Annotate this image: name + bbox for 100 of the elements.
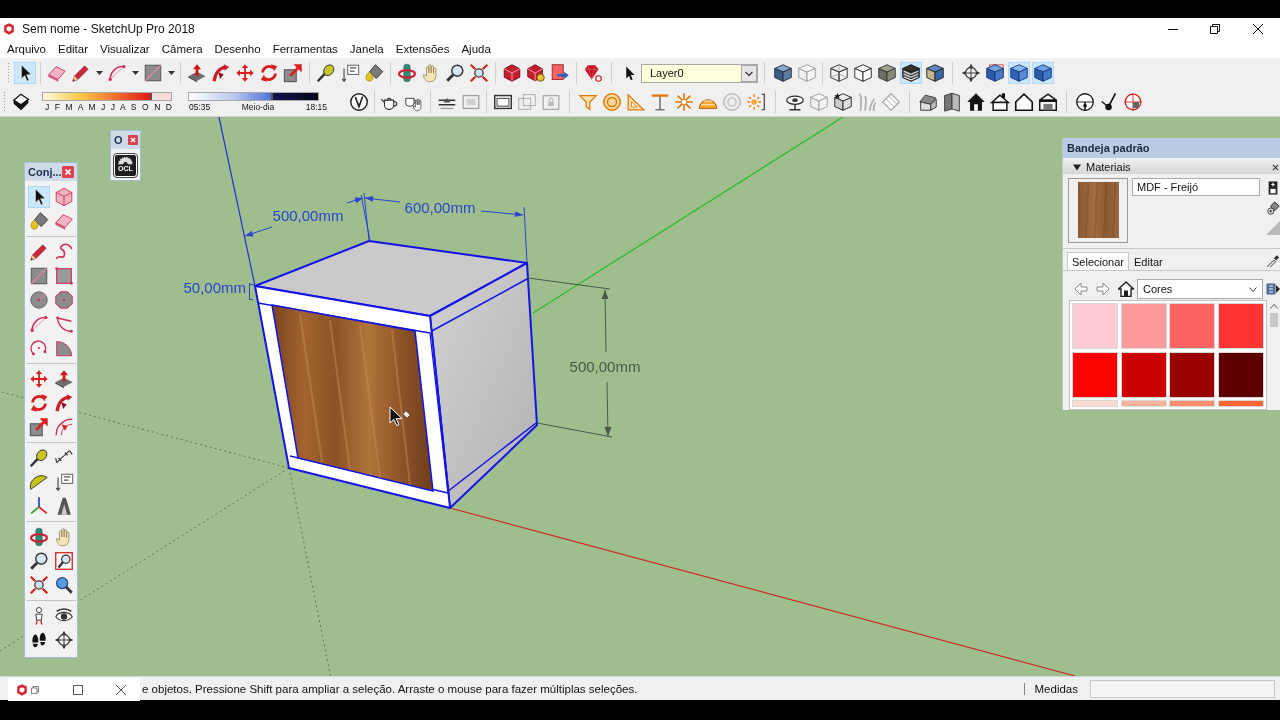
close-icon[interactable] — [1272, 163, 1279, 171]
menu-item[interactable]: Câmera — [161, 43, 203, 55]
check-circle-icon[interactable] — [348, 91, 370, 113]
pencil-icon[interactable] — [27, 241, 50, 263]
orbit-icon[interactable] — [27, 526, 50, 548]
zoom-icon[interactable] — [444, 62, 466, 84]
collapse-triangle-icon[interactable] — [1073, 163, 1081, 171]
swatch-icon[interactable] — [1072, 351, 1118, 398]
house-icon[interactable] — [965, 91, 987, 113]
zoom-extents-icon[interactable] — [468, 62, 490, 84]
layer-dropdown[interactable]: Layer0 — [641, 63, 758, 83]
zoom-extents-icon[interactable] — [27, 574, 50, 596]
zoom-icon[interactable] — [27, 550, 50, 572]
house-chimney-icon[interactable] — [989, 91, 1011, 113]
minimized-window-bar[interactable] — [8, 678, 140, 701]
arc-icon[interactable] — [27, 313, 50, 335]
swatch-icon[interactable] — [1120, 400, 1167, 407]
wood-door-panel[interactable] — [271, 304, 434, 492]
sun-bracket-icon[interactable] — [745, 91, 767, 113]
zoom-window-icon[interactable] — [52, 550, 75, 572]
swatch-icon[interactable] — [1169, 303, 1215, 349]
push-pull-icon[interactable] — [52, 368, 75, 390]
scrollbar-thumb[interactable] — [1270, 313, 1278, 327]
menu-item[interactable]: Ferramentas — [272, 43, 338, 55]
measurements-field[interactable] — [1090, 679, 1275, 698]
menu-item[interactable]: Desenho — [214, 43, 261, 55]
date-slider[interactable] — [42, 92, 172, 101]
crosshair-target-icon[interactable] — [1122, 91, 1144, 113]
close-icon[interactable] — [116, 684, 126, 695]
follow-me-icon[interactable] — [210, 62, 232, 84]
tape-measure-icon[interactable] — [27, 447, 50, 469]
ruby-gem-icon[interactable] — [582, 62, 604, 84]
text-label-icon[interactable] — [339, 62, 361, 84]
caret-icon[interactable] — [167, 71, 175, 75]
menu-item[interactable]: Arquivo — [7, 43, 46, 55]
swatch-icon[interactable] — [1217, 400, 1264, 407]
menu-item[interactable]: Editar — [58, 43, 89, 55]
dimension-line[interactable] — [363, 192, 528, 263]
menu-item[interactable]: Janela — [349, 43, 384, 55]
tab[interactable]: Selecionar — [1067, 252, 1129, 270]
solid-cube-icon[interactable] — [876, 62, 898, 84]
swatch-icon[interactable] — [1072, 303, 1118, 349]
dimension-line[interactable] — [244, 194, 371, 241]
maximize-icon[interactable] — [73, 684, 83, 695]
plus-box-icon[interactable] — [1266, 181, 1280, 195]
restore-icon[interactable] — [1210, 24, 1220, 34]
library-dropdown[interactable]: Cores — [1137, 279, 1263, 299]
polygon-icon[interactable] — [52, 289, 75, 311]
two-tone-cube-icon[interactable] — [924, 62, 946, 84]
tape-measure-icon[interactable] — [315, 62, 337, 84]
ring-icon[interactable] — [601, 91, 623, 113]
scale-icon[interactable] — [282, 62, 304, 84]
bucket-plus-icon[interactable] — [1266, 201, 1280, 215]
swatch-icon[interactable] — [1120, 351, 1167, 398]
caret-icon[interactable] — [1249, 286, 1257, 292]
swatch-icon[interactable] — [1120, 303, 1167, 349]
swatch-icon[interactable] — [1217, 351, 1264, 398]
orbit-icon[interactable] — [396, 62, 418, 84]
framed-cube-icon[interactable] — [984, 62, 1006, 84]
caret-icon[interactable] — [131, 71, 139, 75]
swatch-icon[interactable] — [1169, 400, 1215, 407]
striped-cube-icon[interactable] — [900, 62, 922, 84]
scale-icon[interactable] — [27, 416, 50, 438]
stool-icon[interactable] — [649, 91, 671, 113]
crosshair-circle-icon[interactable] — [52, 629, 75, 651]
caret-icon[interactable] — [95, 71, 103, 75]
shaded-cube-icon[interactable] — [772, 62, 794, 84]
details-arrow-icon[interactable] — [1266, 282, 1280, 296]
shadow-box-icon[interactable] — [10, 91, 32, 113]
swatch-icon[interactable] — [1217, 303, 1264, 349]
tab[interactable]: Editar — [1129, 252, 1168, 270]
paint-bucket-icon[interactable] — [27, 210, 50, 232]
paint-bucket-icon[interactable] — [363, 62, 385, 84]
wireframe-cube-icon[interactable] — [828, 62, 850, 84]
menu-item[interactable]: Extensões — [395, 43, 450, 55]
circle-icon[interactable] — [27, 289, 50, 311]
cube-icon[interactable] — [1032, 62, 1054, 84]
close-icon[interactable] — [1253, 24, 1263, 34]
time-slider[interactable] — [188, 92, 319, 101]
scroll-up-icon[interactable] — [1270, 304, 1278, 309]
dimension-line[interactable] — [248, 282, 256, 301]
swatch-icon[interactable] — [1072, 400, 1118, 407]
rotated-rectangle-icon[interactable] — [52, 265, 75, 287]
panel-header[interactable]: Materiais — [1063, 160, 1280, 174]
pencil-icon[interactable] — [70, 62, 92, 84]
menu-item[interactable]: Visualizar — [100, 43, 150, 55]
home-icon[interactable] — [1118, 281, 1134, 297]
rectangle-icon[interactable] — [142, 62, 164, 84]
crosshair-circle-icon[interactable] — [960, 62, 982, 84]
swatch-icon[interactable] — [1169, 351, 1215, 398]
material-name-field[interactable]: MDF - Freijó — [1132, 178, 1260, 196]
select-arrow-icon[interactable] — [27, 186, 50, 208]
garage-icon[interactable] — [1037, 91, 1059, 113]
book-icon[interactable] — [941, 91, 963, 113]
back-arrow-icon[interactable] — [1074, 282, 1088, 296]
house-outline-icon[interactable] — [1013, 91, 1035, 113]
gem-cube-icon[interactable] — [501, 62, 523, 84]
eyedropper-icon[interactable] — [1266, 253, 1280, 267]
move-icon[interactable] — [234, 62, 256, 84]
gem-cube-badge-icon[interactable] — [525, 62, 547, 84]
